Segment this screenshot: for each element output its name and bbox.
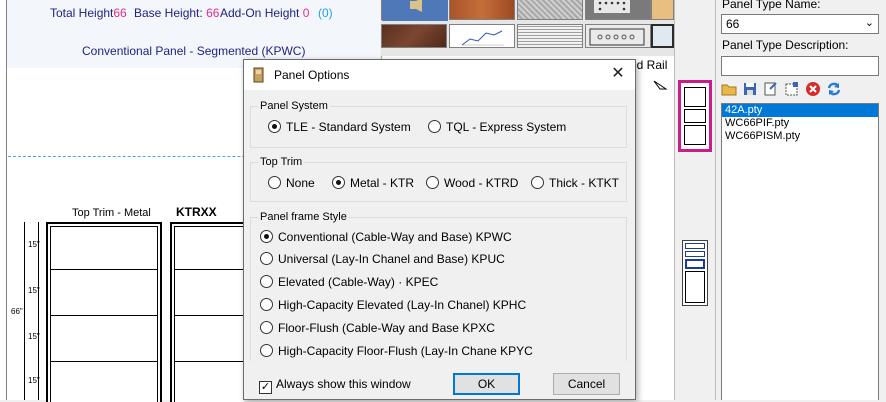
segment-dimension: 15" bbox=[28, 240, 40, 249]
radio-frame-kpec[interactable]: Elevated (Cable-Way) · KPEC bbox=[260, 274, 438, 290]
open-folder-icon[interactable] bbox=[720, 80, 738, 98]
radio-unchecked-icon bbox=[260, 344, 273, 357]
type-name-combobox[interactable]: 66 ⌄ bbox=[721, 14, 879, 34]
segment-dimension: 15" bbox=[28, 332, 40, 341]
material-palette bbox=[381, 0, 674, 56]
radio-unchecked-icon bbox=[428, 120, 441, 133]
checkmark-icon: ✓ bbox=[259, 381, 272, 394]
radio-unchecked-icon bbox=[426, 176, 439, 189]
panel-options-icon bbox=[253, 67, 264, 83]
material-tile[interactable] bbox=[517, 0, 583, 20]
addon-height-readout: Add-On Height 0 bbox=[220, 6, 310, 20]
radio-trim-none[interactable]: None bbox=[268, 175, 315, 191]
cancel-button[interactable]: Cancel bbox=[553, 373, 620, 395]
panel-thumbnail[interactable] bbox=[682, 240, 708, 306]
ok-button[interactable]: OK bbox=[453, 373, 520, 395]
new-icon[interactable] bbox=[783, 80, 801, 98]
cursor-arrow-icon bbox=[653, 80, 668, 90]
always-show-checkbox[interactable]: ✓ Always show this window bbox=[259, 376, 411, 394]
radio-unchecked-icon bbox=[268, 176, 281, 189]
material-tile[interactable] bbox=[381, 0, 448, 21]
radio-frame-kpwc[interactable]: Conventional (Cable-Way and Base) KPWC bbox=[260, 229, 512, 245]
material-tile[interactable] bbox=[585, 0, 651, 20]
dialog-titlebar[interactable]: Panel Options ✕ bbox=[244, 60, 635, 90]
chevron-down-icon[interactable]: ⌄ bbox=[865, 16, 874, 29]
close-icon[interactable]: ✕ bbox=[606, 63, 630, 85]
file-list-item-selected[interactable]: 42A.pty bbox=[722, 104, 878, 117]
material-tile[interactable] bbox=[585, 24, 651, 48]
radio-tle-standard[interactable]: TLE - Standard System bbox=[268, 119, 411, 135]
type-name-label: Panel Type Name: bbox=[722, 0, 821, 11]
radio-unchecked-icon bbox=[260, 252, 273, 265]
radio-checked-icon bbox=[260, 230, 273, 243]
panel-thumbnail-column bbox=[674, 0, 716, 400]
segment-dimension: 15" bbox=[28, 376, 40, 385]
radio-trim-metal[interactable]: Metal - KTR bbox=[332, 175, 414, 191]
radio-checked-icon bbox=[268, 120, 281, 133]
addon-extra-readout: (0) bbox=[318, 6, 333, 20]
type-description-input[interactable] bbox=[721, 56, 879, 76]
delete-icon[interactable] bbox=[804, 80, 822, 98]
part-label: KTRXX bbox=[176, 205, 217, 219]
radio-unchecked-icon bbox=[260, 275, 273, 288]
dialog-title: Panel Options bbox=[274, 68, 350, 82]
panel-options-dialog: Panel Options ✕ Panel System TLE - Stand… bbox=[243, 59, 636, 400]
radio-frame-kpxc[interactable]: Floor-Flush (Cable-Way and Base KPXC bbox=[260, 320, 495, 336]
material-tile[interactable] bbox=[517, 24, 583, 48]
segment-dimension: 15" bbox=[28, 286, 40, 295]
material-tile[interactable] bbox=[651, 0, 674, 20]
radio-unchecked-icon bbox=[260, 321, 273, 334]
panel-thumbnail-selected[interactable] bbox=[678, 80, 712, 152]
trim-label: Top Trim - Metal bbox=[72, 207, 151, 219]
file-list-item[interactable]: WC66PIF.pty bbox=[722, 117, 878, 130]
material-tile[interactable] bbox=[449, 24, 515, 48]
base-height-readout: Base Height: 66 bbox=[134, 6, 220, 20]
material-tile-selected[interactable] bbox=[651, 24, 674, 48]
total-height-readout: Total Height66 bbox=[50, 6, 127, 20]
radio-tql-express[interactable]: TQL - Express System bbox=[428, 119, 566, 135]
material-tile[interactable] bbox=[381, 24, 447, 48]
panel-segment-column[interactable] bbox=[170, 222, 244, 402]
save-icon[interactable] bbox=[741, 80, 759, 98]
material-tile[interactable] bbox=[449, 0, 515, 20]
refresh-icon[interactable] bbox=[825, 80, 843, 98]
top-trim-label: Top Trim bbox=[258, 156, 305, 168]
height-dimension: 66" bbox=[11, 307, 23, 316]
panel-title: Conventional Panel - Segmented (KPWC) bbox=[82, 44, 306, 58]
height-dimension-line bbox=[24, 222, 25, 400]
panel-type-file-list[interactable]: 42A.pty WC66PIF.pty WC66PISM.pty bbox=[721, 103, 879, 400]
radio-frame-kpyc[interactable]: High-Capacity Floor-Flush (Lay-In Chane … bbox=[260, 343, 533, 359]
type-description-label: Panel Type Description: bbox=[722, 38, 849, 52]
file-list-item[interactable]: WC66PISM.pty bbox=[722, 130, 878, 143]
radio-frame-kpuc[interactable]: Universal (Lay-In Chanel and Base) KPUC bbox=[260, 251, 505, 267]
radio-unchecked-icon bbox=[531, 176, 544, 189]
frame-style-label: Panel frame Style bbox=[258, 211, 349, 223]
radio-unchecked-icon bbox=[260, 298, 273, 311]
radio-trim-wood[interactable]: Wood - KTRD bbox=[426, 175, 518, 191]
panel-system-label: Panel System bbox=[258, 100, 330, 112]
save-as-icon[interactable] bbox=[762, 80, 780, 98]
radio-frame-kphc[interactable]: High-Capacity Elevated (Lay-In Chanel) K… bbox=[260, 297, 526, 313]
type-name-value: 66 bbox=[726, 17, 740, 31]
speaker-icon bbox=[382, 0, 448, 21]
radio-trim-thick[interactable]: Thick - KTKT bbox=[531, 175, 619, 191]
radio-checked-icon bbox=[332, 176, 345, 189]
panel-segment-column[interactable] bbox=[46, 222, 162, 402]
